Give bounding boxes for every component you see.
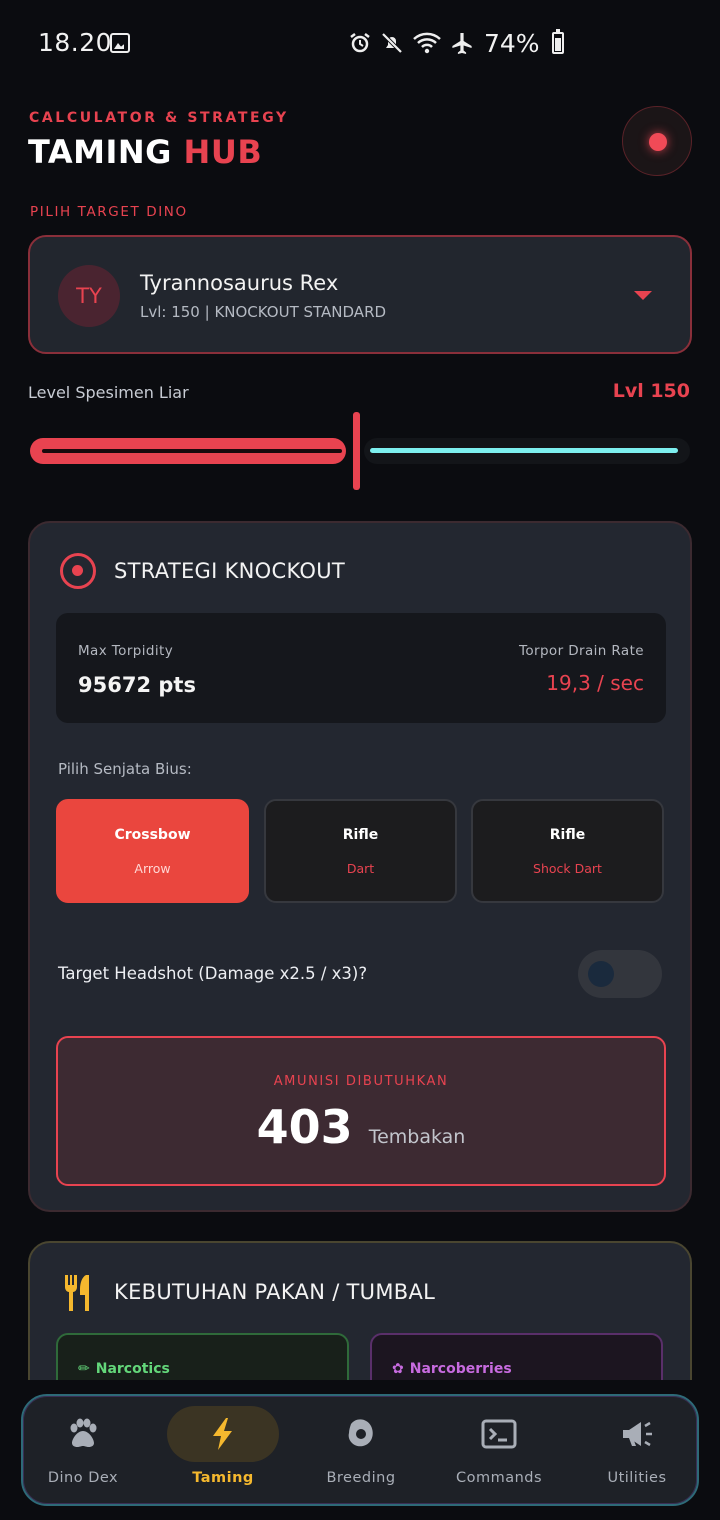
headshot-label: Target Headshot (Damage x2.5 / x3)? <box>58 964 368 983</box>
nav-label: Taming <box>192 1470 254 1486</box>
battery-percent: 74% <box>484 28 540 58</box>
nav-breeding[interactable]: Breeding <box>301 1396 421 1504</box>
weapon-rifle-shock-dart[interactable]: Rifle Shock Dart <box>471 799 664 903</box>
alarm-icon <box>350 33 370 53</box>
terminal-icon <box>481 1419 517 1449</box>
weapon-type: Shock Dart <box>533 861 602 876</box>
status-icons: 74% <box>348 28 564 58</box>
weapon-name: Rifle <box>342 827 379 843</box>
status-time: 18.20 <box>38 28 113 57</box>
food-item-label: Narcoberries <box>409 1361 512 1377</box>
paw-icon <box>70 1418 97 1447</box>
airplane-icon <box>452 33 472 54</box>
megaphone-icon <box>623 1421 652 1447</box>
nav-label: Dino Dex <box>47 1470 119 1486</box>
dino-avatar: TY <box>58 265 120 327</box>
nav-label: Commands <box>455 1470 543 1486</box>
weapon-label: Pilih Senjata Bius: <box>58 760 192 778</box>
nav-dino-dex[interactable]: Dino Dex <box>23 1396 143 1504</box>
weapon-rifle-dart[interactable]: Rifle Dart <box>264 799 457 903</box>
caret-down-icon <box>634 291 652 300</box>
ammo-unit: Tembakan <box>368 1126 466 1148</box>
grapes-icon: ✿ <box>392 1361 404 1377</box>
weapon-type: Dart <box>346 861 375 876</box>
ammo-label: AMUNISI DIBUTUHKAN <box>273 1074 449 1089</box>
nav-label: Utilities <box>607 1470 667 1486</box>
nav-commands[interactable]: Commands <box>439 1396 559 1504</box>
egg-icon <box>348 1419 373 1447</box>
bottom-nav: Dino Dex Taming Breeding Commands Utilit… <box>21 1394 699 1506</box>
record-button[interactable] <box>622 106 692 176</box>
ammo-result: AMUNISI DIBUTUHKAN 403 Tembakan <box>56 1036 666 1186</box>
weapon-name: Crossbow <box>114 827 191 843</box>
title-hub: HUB <box>183 133 263 171</box>
drain-rate-label: Torpor Drain Rate <box>518 643 644 659</box>
torpor-stats: Max Torpidity 95672 pts Torpor Drain Rat… <box>56 613 666 723</box>
battery-icon <box>551 29 564 54</box>
level-slider[interactable] <box>30 410 690 492</box>
utensils-icon <box>65 1275 89 1311</box>
dino-selector[interactable]: TY Tyrannosaurus Rex Lvl: 150 | KNOCKOUT… <box>28 235 692 354</box>
mute-icon <box>381 32 403 54</box>
max-torpidity-label: Max Torpidity <box>78 643 174 659</box>
drain-rate-value: 19,3 / sec <box>546 671 644 695</box>
gallery-icon <box>110 33 130 53</box>
nav-taming[interactable]: Taming <box>163 1396 283 1504</box>
status-bar: 18.20 74% <box>0 0 720 86</box>
knockout-card: STRATEGI KNOCKOUT Max Torpidity 95672 pt… <box>28 521 692 1212</box>
nav-utilities[interactable]: Utilities <box>577 1396 697 1504</box>
nav-label: Breeding <box>326 1470 396 1486</box>
target-section-label: PILIH TARGET DINO <box>30 204 188 220</box>
level-label: Level Spesimen Liar <box>28 383 189 402</box>
food-item-label: Narcotics <box>95 1361 170 1377</box>
weapon-crossbow-arrow[interactable]: Crossbow Arrow <box>56 799 249 903</box>
target-icon <box>60 553 96 589</box>
level-value: Lvl 150 <box>612 380 690 402</box>
food-title: KEBUTUHAN PAKAN / TUMBAL <box>114 1280 436 1304</box>
dino-name: Tyrannosaurus Rex <box>140 271 339 295</box>
lightning-icon <box>213 1418 232 1450</box>
slider-track <box>364 438 690 464</box>
weapon-name: Rifle <box>549 827 586 843</box>
slider-fill <box>30 438 346 464</box>
header-subtitle: CALCULATOR & STRATEGY <box>29 110 289 126</box>
syringe-icon: ✏ <box>78 1361 90 1377</box>
ammo-count: 403 <box>256 1100 353 1154</box>
headshot-toggle[interactable] <box>578 950 662 998</box>
slider-thumb[interactable] <box>353 412 360 490</box>
dino-meta: Lvl: 150 | KNOCKOUT STANDARD <box>140 303 387 321</box>
wifi-icon <box>413 32 441 54</box>
weapon-type: Arrow <box>134 861 171 876</box>
knockout-title: STRATEGI KNOCKOUT <box>114 559 345 583</box>
page-title: TAMING HUB <box>28 133 262 171</box>
title-taming: TAMING <box>28 133 172 171</box>
max-torpidity-value: 95672 pts <box>78 673 196 697</box>
